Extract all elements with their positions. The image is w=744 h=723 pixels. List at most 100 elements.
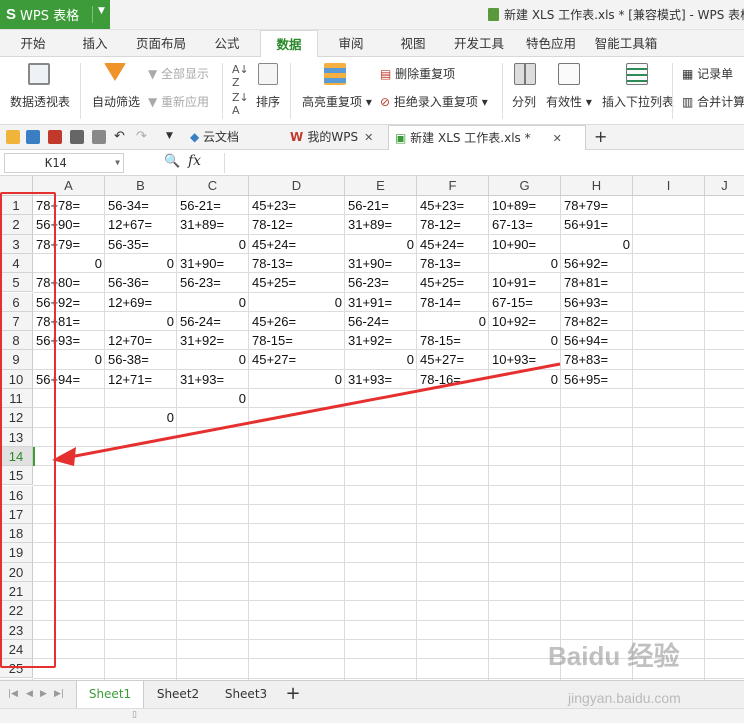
- merge-calculation-button[interactable]: ▥ 合并计算: [682, 93, 744, 110]
- chevron-down-icon[interactable]: ▼: [98, 6, 105, 16]
- cell-d3[interactable]: 45+24=: [249, 235, 345, 254]
- cell-b3[interactable]: 56-35=: [105, 235, 177, 254]
- cell-g2[interactable]: 67-13=: [489, 215, 561, 234]
- cell-f3[interactable]: 45+24=: [417, 235, 489, 254]
- name-box[interactable]: K14 ▼: [4, 153, 124, 173]
- cell-b6[interactable]: 12+69=: [105, 293, 177, 312]
- cell-g5[interactable]: 10+91=: [489, 273, 561, 292]
- close-icon[interactable]: ✕: [553, 132, 562, 145]
- cell-h10[interactable]: 56+95=: [561, 370, 633, 389]
- cell-g1[interactable]: 10+89=: [489, 196, 561, 215]
- column-header-f[interactable]: F: [417, 176, 489, 196]
- cell-f1[interactable]: 45+23=: [417, 196, 489, 215]
- cell-c3[interactable]: 0: [177, 235, 249, 254]
- cell-e6[interactable]: 31+91=: [345, 293, 417, 312]
- next-sheet-icon[interactable]: ▶: [40, 689, 47, 699]
- cell-b1[interactable]: 56-34=: [105, 196, 177, 215]
- doc-tab-my-wps[interactable]: W 我的WPS ✕: [290, 125, 388, 150]
- tab-insert[interactable]: 插入: [70, 30, 120, 57]
- cell-c9[interactable]: 0: [177, 350, 249, 369]
- print-icon[interactable]: [70, 130, 84, 144]
- cell-e8[interactable]: 31+92=: [345, 331, 417, 350]
- cell-d1[interactable]: 45+23=: [249, 196, 345, 215]
- cell-c2[interactable]: 31+89=: [177, 215, 249, 234]
- export-pdf-icon[interactable]: [48, 130, 62, 144]
- cell-f5[interactable]: 45+25=: [417, 273, 489, 292]
- cell-d10[interactable]: 0: [249, 370, 345, 389]
- cell-b8[interactable]: 12+70=: [105, 331, 177, 350]
- tab-developer[interactable]: 开发工具: [446, 30, 512, 57]
- cell-b10[interactable]: 12+71=: [105, 370, 177, 389]
- formula-input[interactable]: [224, 153, 744, 173]
- tab-home[interactable]: 开始: [8, 30, 58, 57]
- cell-c7[interactable]: 56-24=: [177, 312, 249, 331]
- cell-b7[interactable]: 0: [105, 312, 177, 331]
- cell-b4[interactable]: 0: [105, 254, 177, 273]
- app-menu-button[interactable]: S WPS 表格 ▼: [0, 0, 110, 29]
- reject-duplicates-button[interactable]: ⊘ 拒绝录入重复项 ▾: [380, 93, 488, 110]
- cell-c4[interactable]: 31+90=: [177, 254, 249, 273]
- cell-e9[interactable]: 0: [345, 350, 417, 369]
- cell-f6[interactable]: 78-14=: [417, 293, 489, 312]
- tab-view[interactable]: 视图: [388, 30, 438, 57]
- redo-icon[interactable]: ↷: [136, 130, 150, 144]
- cell-c11[interactable]: 0: [177, 389, 249, 408]
- column-header-h[interactable]: H: [561, 176, 633, 196]
- magnifier-icon[interactable]: 🔍: [164, 154, 180, 169]
- cell-e3[interactable]: 0: [345, 235, 417, 254]
- tab-features[interactable]: 特色应用: [518, 30, 584, 57]
- reapply-button[interactable]: ▼ 重新应用: [148, 93, 209, 110]
- first-sheet-icon[interactable]: |◀: [8, 689, 18, 699]
- spreadsheet-grid[interactable]: ABCDEFGHIJ 1 2 3 4 5 6 7 8 9 10 11 12 13 14 15 16 17 18 19…: [0, 176, 744, 680]
- cell-d5[interactable]: 45+25=: [249, 273, 345, 292]
- cell-d9[interactable]: 45+27=: [249, 350, 345, 369]
- save-icon[interactable]: [26, 130, 40, 144]
- tab-smart-tools[interactable]: 智能工具箱: [588, 30, 664, 57]
- cell-e4[interactable]: 31+90=: [345, 254, 417, 273]
- cell-c10[interactable]: 31+93=: [177, 370, 249, 389]
- cell-b2[interactable]: 12+67=: [105, 215, 177, 234]
- cell-h6[interactable]: 56+93=: [561, 293, 633, 312]
- column-header-j[interactable]: J: [705, 176, 744, 196]
- sheet-tab-sheet3[interactable]: Sheet3: [212, 681, 280, 708]
- cell-e5[interactable]: 56-23=: [345, 273, 417, 292]
- column-header-d[interactable]: D: [249, 176, 345, 196]
- doc-tab-active[interactable]: ▣ 新建 XLS 工作表.xls * ✕: [388, 125, 586, 150]
- cell-h5[interactable]: 78+81=: [561, 273, 633, 292]
- chevron-down-icon[interactable]: ▼: [115, 154, 120, 172]
- cell-h7[interactable]: 78+82=: [561, 312, 633, 331]
- cell-d7[interactable]: 45+26=: [249, 312, 345, 331]
- show-all-button[interactable]: ▼ 全部显示: [148, 65, 209, 82]
- cell-c1[interactable]: 56-21=: [177, 196, 249, 215]
- cell-g10[interactable]: 0: [489, 370, 561, 389]
- undo-icon[interactable]: ↶: [114, 130, 128, 144]
- cell-f8[interactable]: 78-15=: [417, 331, 489, 350]
- column-header-g[interactable]: G: [489, 176, 561, 196]
- doc-tab-cloud[interactable]: ◆ 云文档: [190, 125, 282, 150]
- sheet-tab-sheet1[interactable]: Sheet1: [76, 681, 144, 708]
- tab-data[interactable]: 数据: [260, 30, 318, 58]
- tab-review[interactable]: 审阅: [326, 30, 376, 57]
- new-tab-button[interactable]: +: [594, 125, 614, 150]
- fx-icon[interactable]: fx: [188, 153, 201, 169]
- cell-e2[interactable]: 31+89=: [345, 215, 417, 234]
- cell-h9[interactable]: 78+83=: [561, 350, 633, 369]
- cell-g7[interactable]: 10+92=: [489, 312, 561, 331]
- cell-g4[interactable]: 0: [489, 254, 561, 273]
- open-folder-icon[interactable]: [6, 130, 20, 144]
- print-preview-icon[interactable]: [92, 130, 106, 144]
- cell-h4[interactable]: 56+92=: [561, 254, 633, 273]
- cell-b5[interactable]: 56-36=: [105, 273, 177, 292]
- customize-chevron-icon[interactable]: ▼: [166, 130, 180, 144]
- cell-h3[interactable]: 0: [561, 235, 633, 254]
- cell-b12[interactable]: 0: [105, 408, 177, 427]
- cell-f10[interactable]: 78-16=: [417, 370, 489, 389]
- cell-g9[interactable]: 10+93=: [489, 350, 561, 369]
- cell-d8[interactable]: 78-15=: [249, 331, 345, 350]
- cell-f4[interactable]: 78-13=: [417, 254, 489, 273]
- tab-formulas[interactable]: 公式: [202, 30, 252, 57]
- cell-e10[interactable]: 31+93=: [345, 370, 417, 389]
- cell-h1[interactable]: 78+79=: [561, 196, 633, 215]
- sort-descending-icon[interactable]: Z↓ A: [232, 91, 249, 117]
- cell-b9[interactable]: 56-38=: [105, 350, 177, 369]
